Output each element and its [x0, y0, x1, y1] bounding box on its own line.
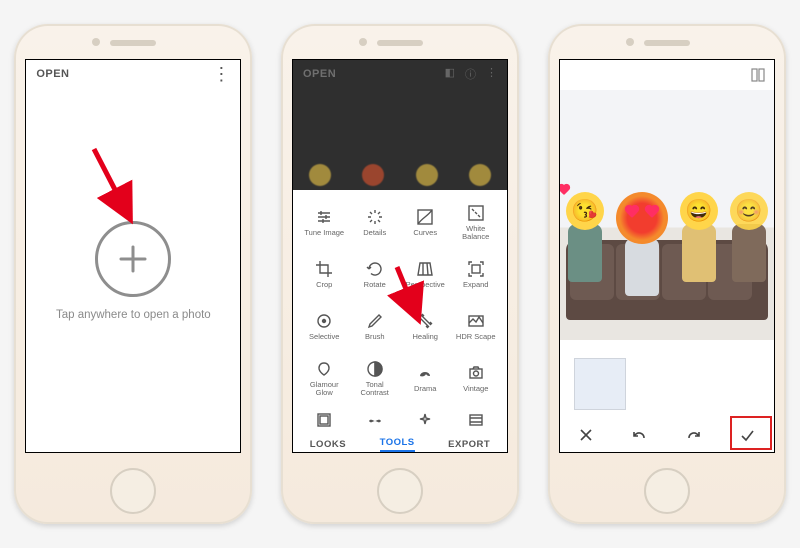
tool-more-2[interactable] [349, 404, 400, 436]
phone-camera [359, 38, 367, 46]
phone-frame-1: OPEN ⋮ Tap anywhere to open a photo [14, 24, 252, 524]
overflow-menu-icon: ⋮ [486, 66, 497, 82]
redo-button[interactable] [667, 426, 721, 444]
phone-frame-3: 😘 😄 😊 [548, 24, 786, 524]
phone-camera [92, 38, 100, 46]
details-icon [366, 208, 384, 226]
tool-rotate[interactable]: Rotate [349, 248, 400, 300]
frames-icon [315, 411, 333, 429]
tab-export[interactable]: EXPORT [448, 439, 490, 450]
home-button[interactable] [377, 468, 423, 514]
home-button[interactable] [644, 468, 690, 514]
drama-icon [416, 364, 434, 382]
navigator-thumbnail[interactable] [574, 358, 626, 410]
photo-canvas[interactable]: 😘 😄 😊 [560, 90, 774, 340]
tool-tonal-contrast[interactable]: Tonal Contrast [349, 352, 400, 404]
tool-glamour-glow[interactable]: Glamour Glow [299, 352, 350, 404]
tool-selective[interactable]: Selective [299, 300, 350, 352]
close-button[interactable] [560, 426, 614, 444]
white-balance-icon [467, 204, 485, 222]
tool-grid: Tune Image Details Curves White Balance … [293, 190, 507, 404]
tool-white-balance[interactable]: White Balance [450, 196, 501, 248]
tool-crop[interactable]: Crop [299, 248, 350, 300]
tools-panel: Tune Image Details Curves White Balance … [293, 190, 507, 452]
hdr-icon [467, 312, 485, 330]
tab-tools[interactable]: TOOLS [380, 437, 415, 452]
mustache-icon [366, 411, 384, 429]
redo-icon [684, 426, 702, 444]
tool-more-3[interactable] [400, 404, 451, 436]
layers-icon: ◧ [445, 66, 455, 82]
annotation-highlight-confirm [730, 416, 772, 450]
emoji-sticker-grin: 😊 [730, 192, 768, 230]
screen-open-photo[interactable]: OPEN ⋮ Tap anywhere to open a photo [26, 60, 240, 452]
emoji-sticker-hearteyes [616, 192, 668, 244]
phone-frame-2: OPEN ◧ ⓘ ⋮ Tune Image Details Curves [281, 24, 519, 524]
perspective-icon [416, 260, 434, 278]
crop-icon [315, 260, 333, 278]
sliders-icon [315, 208, 333, 226]
tool-perspective[interactable]: Perspective [400, 248, 451, 300]
tool-brush[interactable]: Brush [349, 300, 400, 352]
brush-icon [366, 312, 384, 330]
tool-hdr-scape[interactable]: HDR Scape [450, 300, 501, 352]
healing-icon [416, 312, 434, 330]
close-icon [577, 426, 595, 444]
phone-speaker [644, 40, 690, 46]
preview-area: OPEN ◧ ⓘ ⋮ [293, 60, 507, 190]
undo-button[interactable] [613, 426, 667, 444]
tool-curves[interactable]: Curves [400, 196, 451, 248]
tool-vintage[interactable]: Vintage [450, 352, 501, 404]
tool-more-1[interactable] [299, 404, 350, 436]
info-icon: ⓘ [465, 66, 476, 82]
home-button[interactable] [110, 468, 156, 514]
phone-speaker [110, 40, 156, 46]
open-photo-hint: Tap anywhere to open a photo [56, 309, 211, 321]
rotate-icon [366, 260, 384, 278]
tool-drama[interactable]: Drama [400, 352, 451, 404]
film-icon [467, 411, 485, 429]
vintage-icon [467, 364, 485, 382]
plus-icon [115, 241, 151, 277]
phone-speaker [377, 40, 423, 46]
emoji-sticker-smile: 😄 [680, 192, 718, 230]
screen-tools-panel: OPEN ◧ ⓘ ⋮ Tune Image Details Curves [293, 60, 507, 452]
emoji-sticker-kiss: 😘 [566, 192, 604, 230]
tonal-icon [366, 360, 384, 378]
bottom-tabs: LOOKS TOOLS EXPORT [293, 436, 507, 452]
sparkle-icon [416, 411, 434, 429]
tool-more-4[interactable] [450, 404, 501, 436]
phone-camera [626, 38, 634, 46]
curves-icon [416, 208, 434, 226]
tool-tune-image[interactable]: Tune Image [299, 196, 350, 248]
selective-icon [315, 312, 333, 330]
compare-icon[interactable] [750, 67, 766, 83]
tool-expand[interactable]: Expand [450, 248, 501, 300]
open-button-dim: OPEN [303, 68, 336, 80]
add-photo-button[interactable] [95, 221, 171, 297]
glow-icon [315, 360, 333, 378]
screen-healing-editor: 😘 😄 😊 [560, 60, 774, 452]
undo-icon [631, 426, 649, 444]
tool-details[interactable]: Details [349, 196, 400, 248]
expand-icon [467, 260, 485, 278]
tab-looks[interactable]: LOOKS [310, 439, 346, 450]
tool-healing[interactable]: Healing [400, 300, 451, 352]
